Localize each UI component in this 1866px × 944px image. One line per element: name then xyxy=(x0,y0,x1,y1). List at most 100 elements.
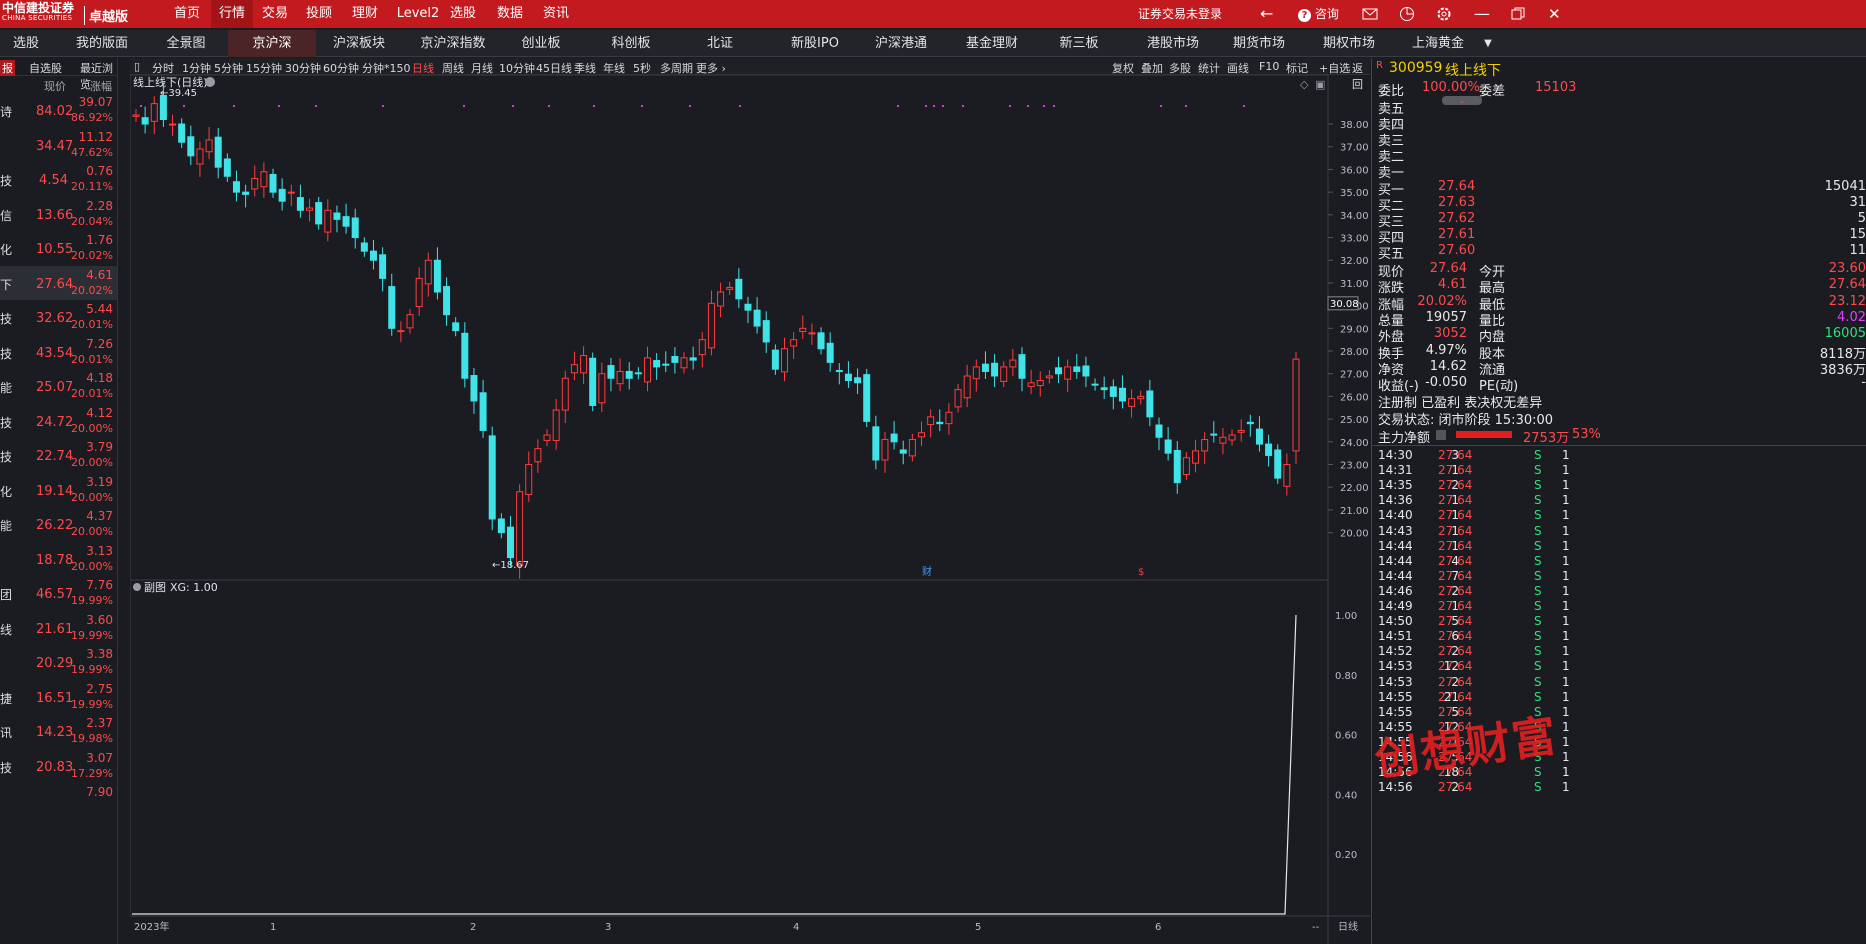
stock-row[interactable]: 化 19.14 3.19 20.00% xyxy=(0,473,117,507)
finance-marker[interactable]: 财 xyxy=(922,565,932,578)
top-nav-item[interactable]: 理财 xyxy=(347,0,383,28)
event-dot[interactable] xyxy=(183,105,185,107)
market-tab[interactable]: 创业板 xyxy=(510,30,572,57)
stock-row[interactable]: 能 25.07 4.18 20.01% xyxy=(0,369,117,403)
top-nav-item[interactable]: 首页 xyxy=(166,0,208,28)
market-tab[interactable]: 全景图 xyxy=(152,30,220,57)
stock-row[interactable]: 技 43.54 7.26 20.01% xyxy=(0,335,117,369)
chart-action-button[interactable]: +自选 xyxy=(1319,60,1350,76)
market-tab[interactable]: 京沪深 xyxy=(228,30,316,57)
chart-action-button[interactable]: 统计 xyxy=(1198,60,1220,76)
event-dot[interactable] xyxy=(548,105,550,107)
sub-chart-menu-icon[interactable] xyxy=(133,583,141,591)
tick-list[interactable]: 14:30 27.64 3 S 1 14:31 27.64 1 S 1 14:35 27.64 2 S 1 1… xyxy=(1372,445,1866,944)
event-dot[interactable] xyxy=(315,105,317,107)
candlestick-chart[interactable]: 线上线下(日线)20.0021.0022.0023.0024.0025.0026… xyxy=(130,75,1370,944)
market-tab[interactable]: 基金理财 xyxy=(952,30,1032,57)
market-tab[interactable]: 京沪深指数 xyxy=(405,30,501,57)
market-tab[interactable]: 期货市场 xyxy=(1218,30,1300,57)
event-dot[interactable] xyxy=(897,105,899,107)
toolbar-toggle-icon[interactable]: ▯ xyxy=(134,60,140,73)
event-dot[interactable] xyxy=(942,105,944,107)
chart-action-button[interactable]: 标记 xyxy=(1286,60,1308,76)
period-button[interactable]: 10分钟 xyxy=(499,60,535,76)
event-dot[interactable] xyxy=(512,105,514,107)
event-dot[interactable] xyxy=(933,105,935,107)
event-dot[interactable] xyxy=(739,105,741,107)
event-dot[interactable] xyxy=(641,105,643,107)
event-dot[interactable] xyxy=(278,105,280,107)
period-button[interactable]: 1分钟 xyxy=(182,60,211,76)
stock-row[interactable]: 技 22.74 3.79 20.00% xyxy=(0,438,117,472)
period-button[interactable]: 周线 xyxy=(442,60,464,76)
chart-action-button[interactable]: F10 xyxy=(1259,60,1279,73)
chart-action-button[interactable]: 画线 xyxy=(1227,60,1249,76)
panel-toggle-icon[interactable]: ▣ xyxy=(1315,78,1325,91)
close-icon[interactable]: ✕ xyxy=(1548,0,1561,28)
period-button[interactable]: 分钟*150 xyxy=(362,60,411,76)
period-button[interactable]: 日线 xyxy=(412,60,434,76)
stock-row[interactable]: 捷 16.51 2.75 19.99% xyxy=(0,680,117,714)
top-nav-item[interactable]: 数据 xyxy=(492,0,528,28)
event-dot[interactable] xyxy=(140,105,142,107)
stock-row[interactable]: 信 13.66 2.28 20.04% xyxy=(0,197,117,231)
market-tab[interactable]: 沪深港通 xyxy=(862,30,940,57)
stock-row[interactable]: 下 27.64 4.61 20.02% xyxy=(0,265,117,300)
event-dot[interactable] xyxy=(1160,105,1162,107)
market-tab[interactable]: 港股市场 xyxy=(1129,30,1217,57)
event-dot[interactable] xyxy=(233,105,235,107)
market-tab[interactable]: 新三板 xyxy=(1046,30,1112,57)
market-tab[interactable]: 选股 xyxy=(0,30,52,57)
market-tab[interactable]: 我的版面 xyxy=(60,30,144,57)
event-dot[interactable] xyxy=(1027,105,1029,107)
dropdown-arrow-icon[interactable]: ▼ xyxy=(1478,30,1498,57)
period-button[interactable]: 45日线 xyxy=(536,60,572,76)
period-button[interactable]: 多周期 xyxy=(660,60,693,76)
event-dot[interactable] xyxy=(382,105,384,107)
tab-report[interactable]: 报 xyxy=(0,60,15,76)
stock-row[interactable]: 能 26.22 4.37 20.00% xyxy=(0,507,117,541)
skin-icon[interactable] xyxy=(1399,0,1415,28)
tab-watchlist[interactable]: 自选股 xyxy=(29,60,62,76)
market-tab[interactable]: 上海黄金 xyxy=(1398,30,1478,57)
chart-action-button[interactable]: 复权 xyxy=(1112,60,1134,76)
top-nav-item[interactable]: 资讯 xyxy=(538,0,574,28)
broker-logo[interactable]: 中信建投证券 CHINA SECURITIES xyxy=(2,2,80,26)
market-tab[interactable]: 期权市场 xyxy=(1305,30,1393,57)
event-dot[interactable] xyxy=(962,105,964,107)
event-dot[interactable] xyxy=(1185,105,1187,107)
top-nav-item[interactable]: 投顾 xyxy=(301,0,337,28)
chart-action-button[interactable]: 叠加 xyxy=(1141,60,1163,76)
market-tab[interactable]: 北证 xyxy=(686,30,754,57)
back-arrow-icon[interactable]: ← xyxy=(1260,0,1273,28)
header-price[interactable]: 现价 xyxy=(44,78,66,94)
stock-row[interactable]: 团 46.57 7.76 19.99% xyxy=(0,576,117,610)
stock-row[interactable]: 诗 84.02 39.07 86.92% xyxy=(0,93,117,127)
event-dot[interactable] xyxy=(925,105,927,107)
minimize-icon[interactable]: — xyxy=(1474,0,1490,28)
top-nav-item[interactable]: Level2 xyxy=(392,0,444,28)
period-button[interactable]: 月线 xyxy=(471,60,493,76)
period-button[interactable]: 分时 xyxy=(152,60,174,76)
stock-row[interactable]: 技 4.54 0.76 20.11% xyxy=(0,162,117,196)
event-dot[interactable] xyxy=(593,105,595,107)
period-button[interactable]: 15分钟 xyxy=(246,60,282,76)
stock-row[interactable]: 技 20.83 3.07 17.29% xyxy=(0,749,117,783)
period-button[interactable]: 30分钟 xyxy=(285,60,321,76)
market-tab[interactable]: 科创板 xyxy=(595,30,667,57)
settings-gear-icon[interactable] xyxy=(1436,0,1452,28)
stock-row[interactable]: 20.29 3.38 19.99% xyxy=(0,645,117,679)
stock-row[interactable]: 化 10.55 1.76 20.02% xyxy=(0,231,117,265)
period-button[interactable]: 60分钟 xyxy=(323,60,359,76)
market-tab[interactable]: 沪深板块 xyxy=(317,30,401,57)
top-nav-item[interactable]: 行情 xyxy=(211,0,253,28)
header-change[interactable]: 涨幅 xyxy=(90,78,112,94)
stock-row[interactable]: 线 21.61 3.60 19.99% xyxy=(0,611,117,645)
period-button[interactable]: 更多 › xyxy=(696,60,726,76)
collapse-toggle[interactable]: ⌄ xyxy=(1442,96,1482,105)
chart-action-button[interactable]: 多股 xyxy=(1169,60,1191,76)
mail-icon[interactable] xyxy=(1362,0,1378,28)
event-dot[interactable] xyxy=(463,105,465,107)
stock-row[interactable]: 7.90 xyxy=(0,783,117,817)
scroll-control[interactable]: -- xyxy=(1312,922,1320,933)
